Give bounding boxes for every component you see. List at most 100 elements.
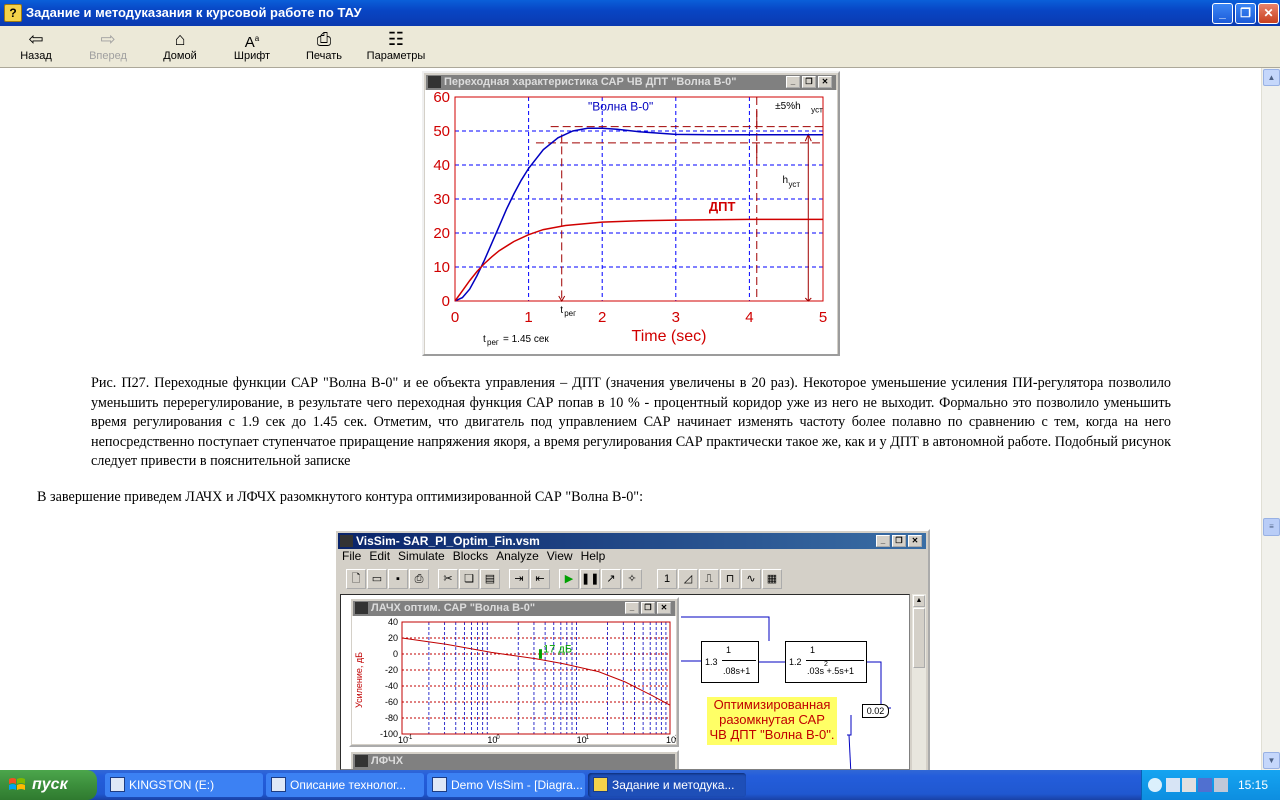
lachx-gain-curve	[401, 637, 671, 706]
vissim-icon	[432, 777, 447, 792]
hust-label-sub: уст	[789, 180, 801, 189]
paste-icon[interactable]: ▤	[480, 569, 500, 589]
bluetooth-icon[interactable]	[1198, 778, 1212, 792]
scroll-thumb[interactable]	[913, 608, 925, 668]
lachx-maximize-button[interactable]: ❐	[641, 602, 655, 614]
menu-analyze[interactable]: Analyze	[496, 549, 539, 563]
lachx-close-button[interactable]: ✕	[657, 602, 671, 614]
task-kingston[interactable]: KINGSTON (E:)	[105, 773, 263, 797]
transfer-block-1[interactable]: 1.3 1 .08s+1	[701, 641, 759, 683]
network-icon[interactable]	[1166, 778, 1180, 792]
block-1-icon[interactable]: 1	[657, 569, 677, 589]
save-icon[interactable]: ▪	[388, 569, 408, 589]
start-button[interactable]: пуск	[0, 770, 97, 800]
forward-button[interactable]: ⇨ Вперед	[73, 28, 143, 66]
menu-help[interactable]: Help	[581, 549, 606, 563]
block2-exponent: 2	[824, 661, 828, 668]
menu-edit[interactable]: Edit	[369, 549, 390, 563]
copy-icon[interactable]: ❏	[459, 569, 479, 589]
scroll-up-icon[interactable]: ▲	[913, 595, 925, 607]
block-grid-icon[interactable]: ▦	[762, 569, 782, 589]
task-vissim[interactable]: Demo VisSim - [Diagra...	[427, 773, 585, 797]
content-scrollbar[interactable]: ▲ ≡ ▼	[1261, 68, 1280, 770]
system-tray: 15:15	[1141, 770, 1280, 800]
print-label: Печать	[305, 50, 343, 62]
x-tick-label: 5	[819, 309, 827, 326]
transient-response-chart: 0 1 2 3 4 50102030405060Time (sec)"Волна В-0"…	[425, 90, 837, 354]
font-button[interactable]: Aa Шрифт	[217, 28, 287, 66]
volume-icon[interactable]	[1182, 778, 1196, 792]
remove-connector-icon[interactable]: ⇤	[530, 569, 550, 589]
gain-block[interactable]: 0.02	[862, 704, 889, 718]
vissim-close-button[interactable]: ✕	[908, 535, 922, 547]
menu-blocks[interactable]: Blocks	[453, 549, 488, 563]
back-button[interactable]: ⇦ Назад	[1, 28, 71, 66]
y-tick-label: 60	[433, 90, 450, 106]
lachx-x-exp: 1	[586, 735, 590, 741]
lachx-minimize-button[interactable]: _	[625, 602, 639, 614]
add-connector-icon[interactable]: ⇥	[509, 569, 529, 589]
block-plot-icon[interactable]: ∿	[741, 569, 761, 589]
menu-simulate[interactable]: Simulate	[398, 549, 445, 563]
chart-close-button[interactable]: ✕	[818, 76, 832, 88]
vissim-scrollbar[interactable]: ▲	[912, 594, 926, 770]
scroll-thumb[interactable]: ≡	[1263, 518, 1280, 536]
forward-label: Вперед	[89, 50, 127, 62]
block-gain-icon[interactable]: ◿	[678, 569, 698, 589]
block-meter-icon[interactable]: ⊓	[720, 569, 740, 589]
close-button[interactable]: ✕	[1258, 3, 1279, 24]
block2-numerator: 1	[810, 645, 816, 655]
y-tick-label: 10	[433, 259, 450, 276]
help-icon	[593, 777, 608, 792]
safely-remove-icon[interactable]	[1214, 778, 1228, 792]
vissim-minimize-button[interactable]: _	[876, 535, 890, 547]
step-icon[interactable]: ↗	[601, 569, 621, 589]
lfchx-title-bar: ЛФЧХ	[353, 754, 675, 769]
help-app-icon: ?	[4, 4, 22, 22]
options-label: Параметры	[366, 50, 426, 62]
x-tick-label: 3	[672, 309, 680, 326]
lfchx-title: ЛФЧХ	[371, 755, 404, 767]
print-icon[interactable]: ⎙	[409, 569, 429, 589]
scroll-up-icon[interactable]: ▲	[1263, 69, 1280, 86]
task-help[interactable]: Задание и методука...	[588, 773, 746, 797]
run-simulation-icon[interactable]: ▶	[559, 569, 579, 589]
home-icon: ⌂	[174, 29, 186, 49]
lachx-y-tick: -100	[380, 729, 398, 739]
maximize-button[interactable]: ❐	[1235, 3, 1256, 24]
blue-curve-label: "Волна В-0"	[588, 100, 653, 114]
block1-denominator: .08s+1	[723, 666, 751, 676]
open-folder-icon[interactable]: ▭	[367, 569, 387, 589]
x-tick-label: 4	[745, 309, 753, 326]
continue-icon[interactable]: ✧	[622, 569, 642, 589]
task-description[interactable]: Описание технолог...	[266, 773, 424, 797]
scroll-down-icon[interactable]: ▼	[1263, 752, 1280, 769]
y-tick-label: 0	[442, 293, 450, 310]
new-file-icon[interactable]: 🗋	[346, 569, 366, 589]
chart-maximize-button[interactable]: ❐	[802, 76, 816, 88]
vissim-maximize-button[interactable]: ❐	[892, 535, 906, 547]
cut-icon[interactable]: ✂	[438, 569, 458, 589]
menu-view[interactable]: View	[547, 549, 573, 563]
vissim-diagram-area: ЛАЧХ оптим. САР "Волна В-0" _ ❐ ✕ Усилен…	[340, 594, 910, 770]
pause-icon[interactable]: ❚❚	[580, 569, 600, 589]
block-step-icon[interactable]: ⎍	[699, 569, 719, 589]
chart-window-title-bar: Переходная характеристика САР ЧВ ДПТ "Во…	[426, 75, 836, 90]
home-button[interactable]: ⌂ Домой	[145, 28, 215, 66]
wire-back	[847, 715, 852, 736]
transient-chart-window: Переходная характеристика САР ЧВ ДПТ "Во…	[422, 71, 840, 356]
printer-icon: ⎙	[316, 29, 332, 49]
font-icon: Aa	[244, 34, 260, 51]
transfer-block-2[interactable]: 1.2 1 .03s +.5s+1 2	[785, 641, 867, 683]
drive-icon	[110, 777, 125, 792]
hust-label: h	[783, 175, 789, 186]
options-button[interactable]: ☷ Параметры	[361, 28, 431, 66]
window-title-bar: ? Задание и методуказания к курсовой раб…	[0, 0, 1280, 26]
series-line-1	[454, 218, 823, 302]
gain-margin-label: 17 дБ	[543, 643, 572, 655]
minimize-button[interactable]: _	[1212, 3, 1233, 24]
menu-file[interactable]: File	[342, 549, 361, 563]
tray-expand-icon[interactable]	[1148, 778, 1162, 792]
chart-minimize-button[interactable]: _	[786, 76, 800, 88]
print-button[interactable]: ⎙ Печать	[289, 28, 359, 66]
